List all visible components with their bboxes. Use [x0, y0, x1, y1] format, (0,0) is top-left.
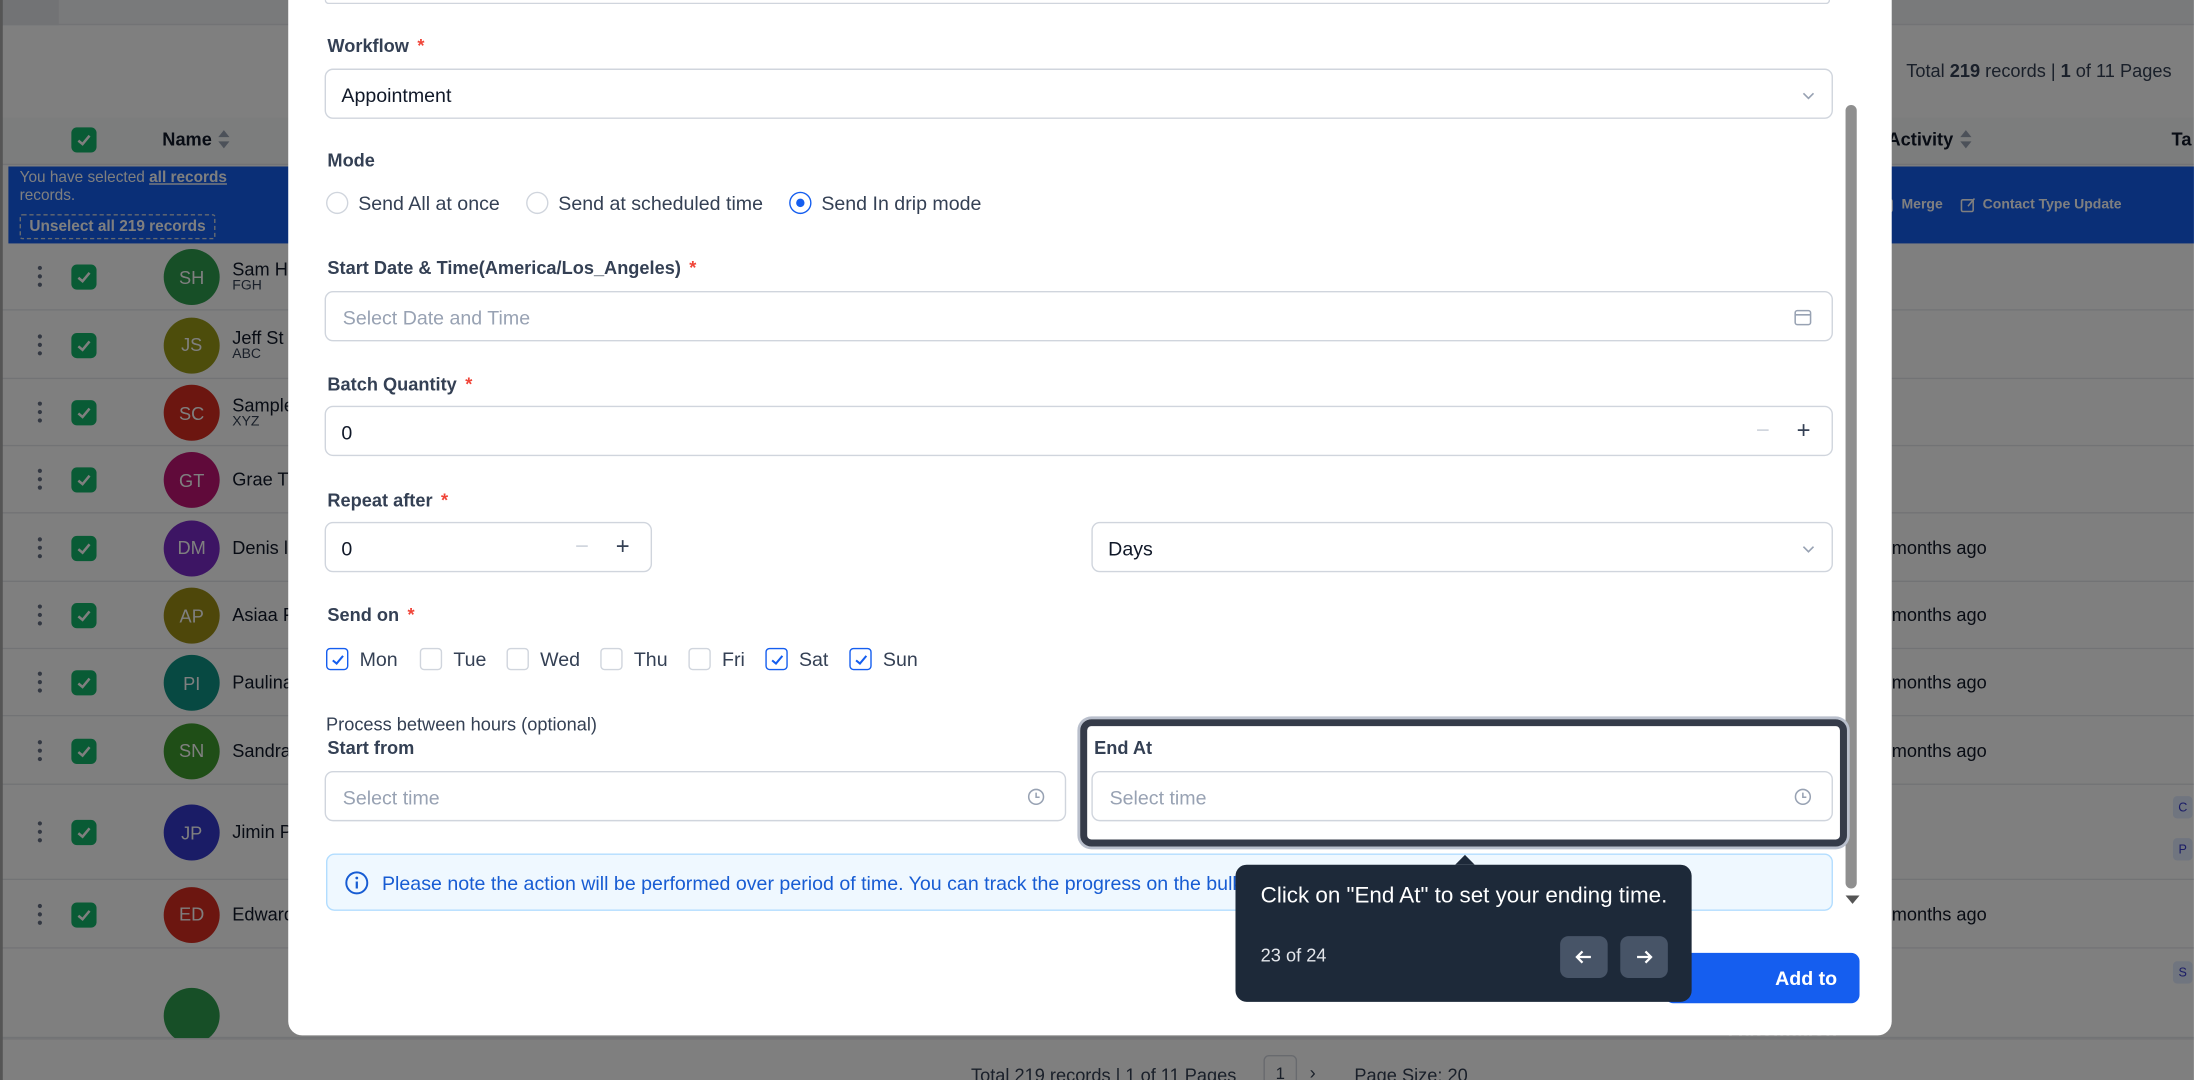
start-time-picker[interactable]: Select time [324, 770, 1067, 822]
tour-tooltip-text: Click on "End At" to set your ending tim… [1260, 884, 1668, 909]
batch-quantity-input[interactable]: 0 − + [324, 405, 1833, 457]
checkbox[interactable] [765, 647, 788, 671]
start-date-label: Start Date & Time(America/Los_Angeles) * [327, 257, 697, 279]
decrement-button[interactable]: − [569, 534, 594, 559]
end-at-label: End At [1094, 737, 1153, 759]
arrow-right-icon [1637, 950, 1653, 964]
radio-circle[interactable] [326, 191, 349, 215]
day-checkbox-thu[interactable]: Thu [600, 647, 668, 671]
chevron-down-icon [1802, 546, 1815, 553]
checkbox[interactable] [849, 647, 872, 671]
radio-circle[interactable] [526, 191, 549, 215]
day-checkbox-fri[interactable]: Fri [688, 647, 745, 671]
left-edge [0, 0, 3, 1080]
repeat-unit-select[interactable]: Days [1091, 521, 1833, 573]
clock-icon [1027, 788, 1045, 806]
increment-button[interactable]: + [610, 534, 635, 559]
increment-button[interactable]: + [1791, 418, 1816, 443]
radio-send-in-drip-mode[interactable]: Send In drip mode [789, 191, 981, 215]
repeat-after-label: Repeat after * [327, 489, 449, 511]
add-to-automation-button[interactable]: Add to Automation [1665, 952, 1860, 1035]
tour-next-button[interactable] [1620, 936, 1668, 979]
check-icon [331, 654, 344, 665]
stage: Total 219 records | 1 of 11 Pages Name A… [0, 0, 2194, 1080]
repeat-after-input[interactable]: 0 − + [324, 521, 653, 573]
day-checkbox-wed[interactable]: Wed [506, 647, 580, 671]
checkbox[interactable] [600, 647, 623, 671]
send-on-label: Send on * [327, 604, 415, 626]
checkbox[interactable] [419, 647, 443, 671]
batch-quantity-label: Batch Quantity * [327, 373, 473, 395]
radio-send-all-at-once[interactable]: Send All at once [326, 191, 500, 215]
scroll-down-arrow-icon[interactable] [1845, 895, 1860, 904]
checkbox[interactable] [688, 647, 711, 671]
workflow-label: Workflow * [327, 34, 425, 56]
tour-previous-button[interactable] [1560, 936, 1608, 979]
decrement-button[interactable]: − [1750, 418, 1775, 443]
day-checkbox-sat[interactable]: Sat [765, 647, 828, 671]
mode-label: Mode [327, 149, 375, 171]
calendar-icon [1794, 309, 1812, 326]
check-icon [854, 654, 867, 665]
check-icon [770, 654, 783, 665]
checkbox[interactable] [326, 647, 349, 671]
radio-send-at-scheduled-time[interactable]: Send at scheduled time [526, 191, 763, 215]
day-checkbox-sun[interactable]: Sun [849, 647, 918, 671]
modal-scrollbar[interactable] [1845, 104, 1857, 889]
tour-tooltip: Click on "End At" to set your ending tim… [1235, 854, 1692, 1002]
start-date-picker[interactable]: Select Date and Time [324, 291, 1833, 342]
info-icon [345, 871, 369, 895]
checkbox[interactable] [506, 647, 529, 671]
arrow-left-icon [1575, 950, 1591, 964]
start-from-label: Start from [327, 737, 415, 759]
clock-icon [1794, 788, 1812, 806]
radio-circle-selected[interactable] [789, 191, 812, 215]
day-checkbox-tue[interactable]: Tue [419, 647, 486, 671]
tour-step-counter: 23 of 24 [1260, 944, 1327, 966]
chevron-down-icon [1802, 92, 1815, 100]
end-time-picker[interactable]: Select time [1091, 770, 1833, 822]
previous-field [324, 0, 1831, 5]
process-hours-label: Process between hours (optional) [326, 713, 597, 735]
day-checkbox-mon[interactable]: Mon [326, 647, 398, 671]
workflow-select[interactable]: Appointment [324, 68, 1833, 119]
